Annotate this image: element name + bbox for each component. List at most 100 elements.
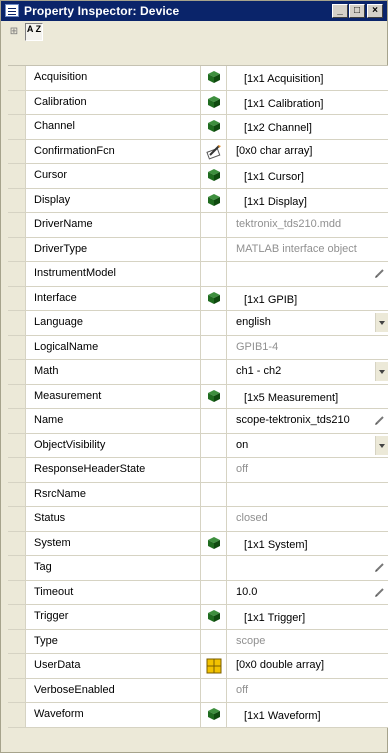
value-icon-cell bbox=[201, 629, 227, 653]
property-row[interactable]: Tag bbox=[8, 556, 388, 581]
cube-icon[interactable] bbox=[208, 120, 220, 132]
cube-icon[interactable] bbox=[208, 193, 220, 206]
row-gutter bbox=[8, 703, 26, 727]
value-icon-cell[interactable] bbox=[201, 605, 227, 629]
property-value[interactable]: [0x0 double array] bbox=[236, 659, 324, 671]
property-row[interactable]: Measurement [1x5 Measurement] bbox=[8, 384, 388, 409]
property-name: Cursor bbox=[34, 169, 68, 181]
property-row[interactable]: UserData [0x0 double array] bbox=[8, 654, 388, 679]
property-name: Measurement bbox=[34, 389, 102, 402]
value-icon-cell[interactable] bbox=[201, 286, 227, 310]
property-value[interactable]: [0x0 char array] bbox=[236, 145, 312, 157]
pencil-icon[interactable] bbox=[375, 268, 385, 278]
property-value[interactable]: [1x2 Channel] bbox=[244, 122, 312, 134]
property-row[interactable]: RsrcName bbox=[8, 482, 388, 507]
property-row[interactable]: Channel [1x2 Channel] bbox=[8, 115, 388, 140]
property-row[interactable]: Timeout 10.0 bbox=[8, 580, 388, 605]
property-value[interactable]: [1x1 Display] bbox=[244, 196, 307, 208]
row-gutter bbox=[8, 629, 26, 653]
property-row[interactable]: Type scope bbox=[8, 629, 388, 654]
cube-icon[interactable] bbox=[208, 610, 220, 622]
property-name: System bbox=[34, 536, 71, 549]
dropdown-arrow-icon[interactable] bbox=[375, 313, 388, 332]
cube-icon[interactable] bbox=[208, 389, 220, 402]
dropdown-arrow-icon[interactable] bbox=[375, 435, 388, 455]
row-gutter bbox=[8, 213, 26, 237]
property-value[interactable]: [1x1 GPIB] bbox=[244, 294, 297, 306]
pencil-icon[interactable] bbox=[375, 415, 385, 425]
property-row[interactable]: Acquisition [1x1 Acquisition] bbox=[8, 66, 388, 91]
value-icon-cell[interactable] bbox=[201, 139, 227, 163]
property-value: GPIB1-4 bbox=[236, 340, 279, 353]
property-row[interactable]: Language english bbox=[8, 311, 388, 336]
property-value[interactable]: [1x1 Calibration] bbox=[244, 98, 324, 110]
property-row[interactable]: Display [1x1 Display] bbox=[8, 188, 388, 213]
property-row[interactable]: Cursor [1x1 Cursor] bbox=[8, 164, 388, 189]
cube-icon[interactable] bbox=[208, 291, 220, 304]
row-gutter bbox=[8, 409, 26, 433]
property-row[interactable]: Calibration [1x1 Calibration] bbox=[8, 90, 388, 115]
property-value[interactable]: [1x1 Waveform] bbox=[244, 710, 321, 722]
value-icon-cell[interactable] bbox=[201, 703, 227, 727]
row-gutter bbox=[8, 433, 26, 457]
property-value[interactable]: on bbox=[236, 439, 248, 451]
property-row[interactable]: DriverType MATLAB interface object bbox=[8, 237, 388, 262]
value-icon-cell[interactable] bbox=[201, 654, 227, 678]
value-icon-cell[interactable] bbox=[201, 384, 227, 408]
cube-icon[interactable] bbox=[208, 95, 220, 108]
property-row[interactable]: InstrumentModel bbox=[8, 262, 388, 287]
value-icon-cell[interactable] bbox=[201, 66, 227, 90]
value-icon-cell[interactable] bbox=[201, 115, 227, 139]
cube-icon[interactable] bbox=[208, 71, 220, 83]
value-icon-cell bbox=[201, 482, 227, 506]
row-gutter bbox=[8, 262, 26, 286]
edit-function-icon[interactable] bbox=[206, 144, 222, 160]
property-row[interactable]: Math ch1 - ch2 bbox=[8, 360, 388, 385]
categorized-view-icon[interactable]: ⊞ bbox=[5, 23, 23, 41]
property-row[interactable]: Name scope-tektronix_tds210 bbox=[8, 409, 388, 434]
property-row[interactable]: LogicalName GPIB1-4 bbox=[8, 335, 388, 360]
property-value[interactable]: [1x1 Cursor] bbox=[244, 171, 304, 183]
property-row[interactable]: ResponseHeaderState off bbox=[8, 458, 388, 483]
property-row[interactable]: VerboseEnabled off bbox=[8, 678, 388, 703]
property-row[interactable]: Status closed bbox=[8, 507, 388, 532]
close-button[interactable]: × bbox=[367, 4, 383, 18]
row-gutter bbox=[8, 384, 26, 408]
pencil-icon[interactable] bbox=[375, 562, 385, 572]
maximize-button[interactable]: □ bbox=[349, 4, 365, 18]
property-name: InstrumentModel bbox=[34, 267, 116, 279]
property-value[interactable]: [1x1 Acquisition] bbox=[244, 73, 324, 85]
cube-icon[interactable] bbox=[208, 169, 220, 181]
property-name: Type bbox=[34, 634, 58, 647]
property-row[interactable]: ConfirmationFcn [0x0 char array] bbox=[8, 139, 388, 164]
value-icon-cell[interactable] bbox=[201, 188, 227, 212]
property-row[interactable]: ObjectVisibility on bbox=[8, 433, 388, 458]
property-value[interactable]: [1x1 Trigger] bbox=[244, 612, 305, 624]
value-icon-cell[interactable] bbox=[201, 531, 227, 555]
cube-icon[interactable] bbox=[208, 708, 220, 720]
property-row[interactable]: Waveform [1x1 Waveform] bbox=[8, 703, 388, 728]
property-row[interactable]: DriverName tektronix_tds210.mdd bbox=[8, 213, 388, 238]
row-gutter bbox=[8, 556, 26, 580]
row-gutter bbox=[8, 237, 26, 261]
value-icon-cell[interactable] bbox=[201, 164, 227, 188]
property-value[interactable]: [1x5 Measurement] bbox=[244, 392, 338, 404]
property-value[interactable]: english bbox=[236, 316, 271, 328]
title-bar[interactable]: Property Inspector: Device _ □ × bbox=[1, 1, 387, 21]
property-name: LogicalName bbox=[34, 340, 99, 353]
property-name: Display bbox=[34, 193, 71, 206]
alphabetical-sort-button[interactable]: A Z bbox=[25, 23, 43, 41]
property-value[interactable]: 10.0 bbox=[236, 586, 257, 598]
pencil-icon[interactable] bbox=[375, 587, 385, 597]
property-row[interactable]: Trigger [1x1 Trigger] bbox=[8, 605, 388, 630]
dropdown-arrow-icon[interactable] bbox=[375, 362, 388, 381]
matrix-icon[interactable] bbox=[206, 658, 222, 674]
property-value[interactable]: [1x1 System] bbox=[244, 539, 308, 551]
cube-icon[interactable] bbox=[208, 536, 220, 549]
property-row[interactable]: System [1x1 System] bbox=[8, 531, 388, 556]
minimize-button[interactable]: _ bbox=[332, 4, 348, 18]
property-row[interactable]: Interface [1x1 GPIB] bbox=[8, 286, 388, 311]
property-value[interactable]: scope-tektronix_tds210 bbox=[236, 414, 350, 426]
property-value[interactable]: ch1 - ch2 bbox=[236, 365, 281, 377]
value-icon-cell[interactable] bbox=[201, 90, 227, 114]
